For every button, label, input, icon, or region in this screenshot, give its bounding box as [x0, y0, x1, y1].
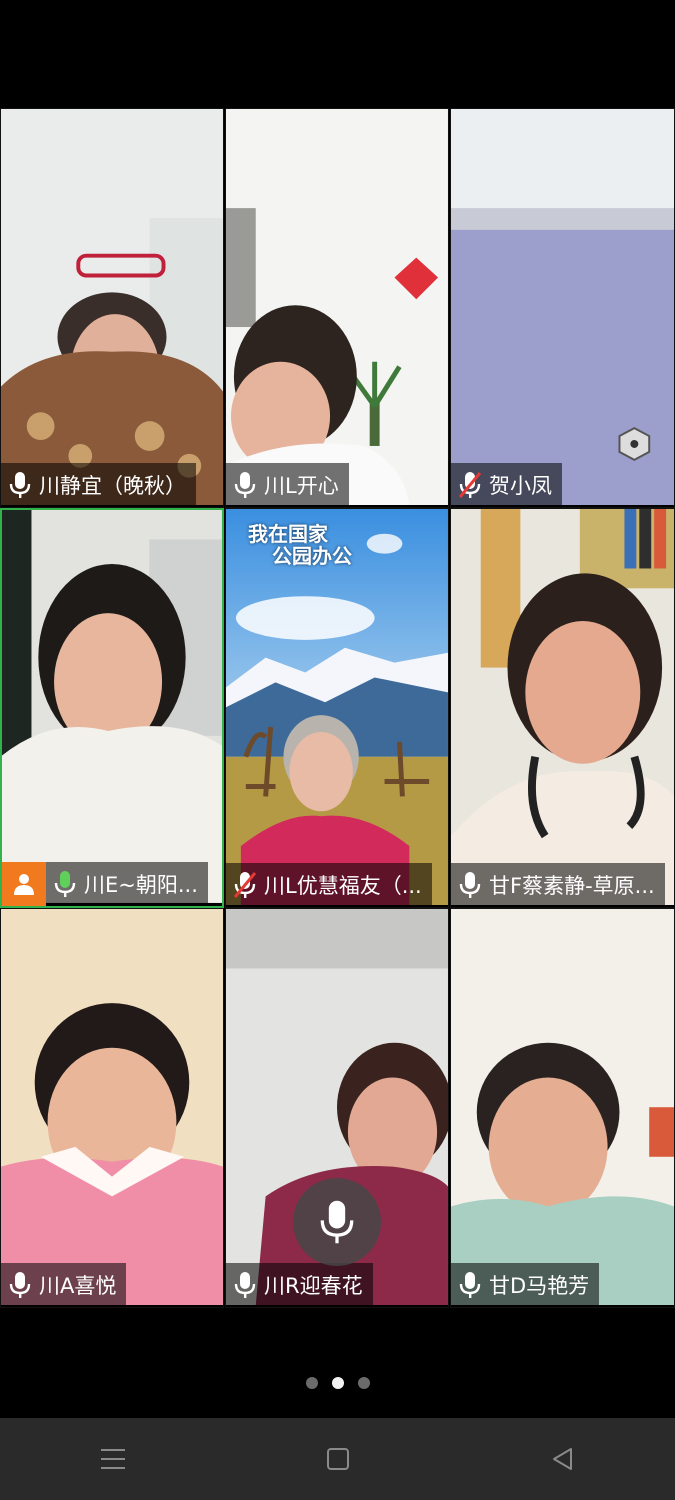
- system-nav-bar: [0, 1418, 675, 1500]
- participant-tile[interactable]: 川静宜（晚秋）: [0, 108, 224, 508]
- participant-video: [2, 510, 222, 903]
- page-dot-current[interactable]: [331, 1377, 344, 1389]
- mic-icon: [320, 1200, 354, 1244]
- banner-line-2: 公园办公: [272, 544, 352, 568]
- participant-video: [451, 909, 674, 1306]
- back-icon: [552, 1448, 572, 1470]
- participant-video: [226, 509, 448, 906]
- home-button[interactable]: [308, 1429, 368, 1489]
- participant-label: 川静宜（晚秋）: [1, 463, 196, 507]
- participant-label: 甘F蔡素静-草原...: [451, 863, 665, 907]
- mic-icon: [234, 1272, 256, 1298]
- participant-tile-active[interactable]: 川E~朝阳...: [0, 508, 224, 908]
- mic-icon: [9, 472, 31, 498]
- mic-icon: [9, 1272, 31, 1298]
- participant-tile[interactable]: 贺小凤: [450, 108, 675, 508]
- participant-name: 川E~朝阳...: [84, 873, 198, 897]
- participant-video: [451, 109, 674, 506]
- participant-label: 川A喜悦: [1, 1263, 127, 1307]
- mic-off-icon: [459, 472, 481, 498]
- host-badge: [2, 862, 46, 906]
- video-grid: 川静宜（晚秋） 川L开心 贺小凤 川E~朝阳... 我在国家 公园办公 川L优慧…: [0, 108, 675, 1308]
- participant-name: 川L开心: [264, 474, 339, 498]
- participant-label: 川L开心: [226, 463, 349, 507]
- participant-name: 川L优慧福友（...: [264, 874, 422, 898]
- background-banner: 我在国家 公园办公: [248, 523, 352, 567]
- participant-label: 川R迎春花: [226, 1263, 373, 1307]
- banner-line-1: 我在国家: [248, 522, 328, 546]
- participant-tile[interactable]: 甘F蔡素静-草原...: [450, 508, 675, 908]
- page-indicator[interactable]: [0, 1377, 675, 1389]
- participant-name: 贺小凤: [489, 474, 552, 498]
- page-dot[interactable]: [305, 1377, 318, 1389]
- participant-video: [1, 109, 223, 506]
- participant-name: 川R迎春花: [264, 1274, 363, 1298]
- video-conference-screen: 川静宜（晚秋） 川L开心 贺小凤 川E~朝阳... 我在国家 公园办公 川L优慧…: [0, 0, 675, 1500]
- mic-icon: [459, 872, 481, 898]
- home-icon: [326, 1448, 349, 1470]
- back-button[interactable]: [533, 1429, 593, 1489]
- menu-icon: [100, 1449, 125, 1469]
- participant-name: 甘D马艳芳: [489, 1274, 590, 1298]
- participant-label: 川L优慧福友（...: [226, 863, 432, 907]
- participant-video: [1, 909, 223, 1306]
- mic-icon: [54, 871, 76, 897]
- participant-tile[interactable]: 川A喜悦: [0, 908, 224, 1308]
- person-icon: [14, 874, 34, 895]
- participant-name: 川静宜（晚秋）: [39, 474, 186, 498]
- participant-video: [451, 509, 674, 906]
- participant-label: 甘D马艳芳: [451, 1263, 600, 1307]
- menu-button[interactable]: [83, 1429, 143, 1489]
- mic-off-icon: [234, 872, 256, 898]
- mic-icon: [234, 472, 256, 498]
- participant-video: [226, 109, 448, 506]
- participant-label: 川E~朝阳...: [2, 862, 208, 906]
- page-dot[interactable]: [357, 1377, 370, 1389]
- mic-icon: [459, 1272, 481, 1298]
- participant-tile[interactable]: 川L开心: [225, 108, 449, 508]
- participant-tile[interactable]: 我在国家 公园办公 川L优慧福友（...: [225, 508, 449, 908]
- participant-name: 川A喜悦: [39, 1274, 117, 1298]
- floating-mic-button[interactable]: [293, 1178, 381, 1266]
- participant-tile[interactable]: 甘D马艳芳: [450, 908, 675, 1308]
- participant-name: 甘F蔡素静-草原...: [489, 874, 655, 898]
- participant-label: 贺小凤: [451, 463, 562, 507]
